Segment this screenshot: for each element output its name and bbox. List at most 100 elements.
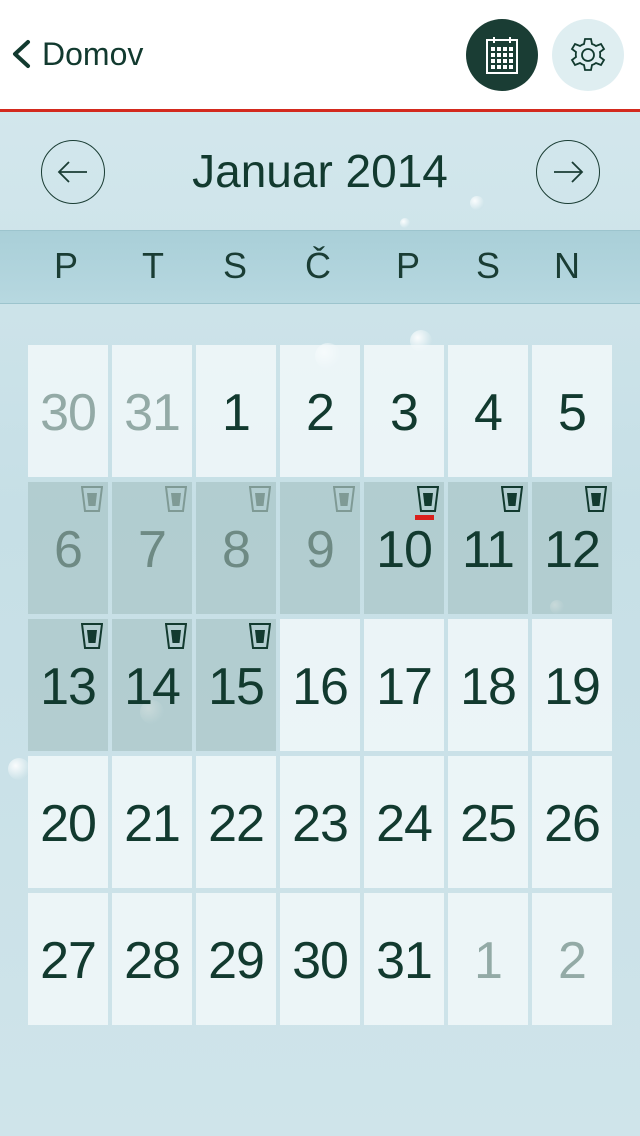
chevron-left-icon: [13, 40, 30, 68]
day-number: 11: [462, 521, 515, 579]
day-number: 4: [474, 384, 503, 442]
calendar-day-cell[interactable]: 1: [196, 345, 276, 477]
day-number: 1: [222, 384, 251, 442]
weekday-label: P: [53, 245, 78, 286]
day-number: 31: [124, 384, 181, 442]
back-label: Domov: [42, 35, 144, 72]
water-glass-icon: [501, 486, 523, 512]
weekday-label: S: [222, 245, 247, 286]
calendar-day-cell[interactable]: 2: [532, 893, 612, 1025]
calendar-day-cell[interactable]: 29: [196, 893, 276, 1025]
calendar-day-cell[interactable]: 31: [112, 345, 192, 477]
calendar-day-cell[interactable]: 11: [448, 482, 528, 614]
calendar-day-cell[interactable]: 15: [196, 619, 276, 751]
calendar-day-cell[interactable]: 8: [196, 482, 276, 614]
water-glass-icon: [249, 623, 271, 649]
calendar-day-cell[interactable]: 20: [28, 756, 108, 888]
day-number: 2: [558, 932, 587, 990]
calendar-day-cell[interactable]: 26: [532, 756, 612, 888]
day-number: 2: [306, 384, 335, 442]
weekday-label: Č: [305, 245, 331, 286]
calendar-day-cell[interactable]: 13: [28, 619, 108, 751]
day-number: 13: [40, 658, 97, 716]
calendar-day-cell[interactable]: 4: [448, 345, 528, 477]
day-number: 28: [124, 932, 181, 990]
water-glass-icon: [165, 623, 187, 649]
today-marker: [415, 515, 434, 520]
calendar-day-cell[interactable]: 6: [28, 482, 108, 614]
calendar-day-cell[interactable]: 1: [448, 893, 528, 1025]
next-month-button[interactable]: [536, 140, 600, 204]
water-glass-icon: [333, 486, 355, 512]
day-number: 31: [376, 932, 433, 990]
weekday-label: N: [554, 245, 580, 286]
water-glass-icon: [81, 623, 103, 649]
top-bar: Domov: [0, 0, 640, 112]
calendar-day-cell[interactable]: 18: [448, 619, 528, 751]
calendar-day-cell[interactable]: 16: [280, 619, 360, 751]
water-glass-icon: [249, 486, 271, 512]
day-number: 30: [292, 932, 349, 990]
day-number: 27: [40, 932, 97, 990]
calendar-button[interactable]: [466, 19, 538, 91]
calendar-day-cell[interactable]: 30: [280, 893, 360, 1025]
calendar-day-cell[interactable]: 12: [532, 482, 612, 614]
weekday-label: T: [142, 245, 164, 286]
previous-month-button[interactable]: [41, 140, 105, 204]
weekday-header: P T S Č P S N: [0, 230, 640, 304]
day-number: 6: [54, 521, 83, 579]
bubble-decoration: [8, 758, 30, 780]
day-number: 15: [208, 658, 265, 716]
day-number: 30: [40, 384, 97, 442]
arrow-right-icon: [554, 161, 584, 183]
day-number: 29: [208, 932, 265, 990]
calendar-day-cell[interactable]: 14: [112, 619, 192, 751]
day-number: 24: [376, 795, 433, 853]
calendar-day-cell[interactable]: 22: [196, 756, 276, 888]
calendar-day-cell[interactable]: 5: [532, 345, 612, 477]
calendar-day-cell[interactable]: 10: [364, 482, 444, 614]
day-number: 8: [222, 521, 251, 579]
back-button[interactable]: Domov: [8, 30, 143, 78]
month-title: Januar 2014: [192, 145, 448, 197]
calendar-day-cell[interactable]: 28: [112, 893, 192, 1025]
calendar-day-cell[interactable]: 9: [280, 482, 360, 614]
calendar-day-cell[interactable]: 25: [448, 756, 528, 888]
calendar-day-cell[interactable]: 27: [28, 893, 108, 1025]
day-number: 3: [390, 384, 419, 442]
day-number: 5: [558, 384, 587, 442]
calendar-icon: [486, 37, 518, 74]
calendar-day-cell[interactable]: 7: [112, 482, 192, 614]
day-number: 7: [138, 521, 167, 579]
day-number: 26: [544, 795, 601, 853]
day-number: 19: [544, 658, 601, 716]
day-number: 21: [124, 795, 181, 853]
calendar-day-cell[interactable]: 19: [532, 619, 612, 751]
day-number: 10: [376, 521, 433, 579]
water-glass-icon: [585, 486, 607, 512]
day-number: 14: [124, 658, 181, 716]
water-glass-icon: [165, 486, 187, 512]
weekday-label: P: [395, 245, 420, 286]
day-number: 18: [460, 658, 517, 716]
calendar-day-cell[interactable]: 24: [364, 756, 444, 888]
day-number: 1: [474, 932, 503, 990]
arrow-left-icon: [57, 161, 87, 183]
day-number: 23: [292, 795, 349, 853]
gear-icon: [570, 38, 606, 71]
calendar-day-cell[interactable]: 3: [364, 345, 444, 477]
day-number: 22: [208, 795, 265, 853]
calendar-day-cell[interactable]: 17: [364, 619, 444, 751]
calendar-day-cell[interactable]: 30: [28, 345, 108, 477]
weekday-label: S: [475, 245, 500, 286]
calendar-day-cell[interactable]: 21: [112, 756, 192, 888]
calendar-day-cell[interactable]: 2: [280, 345, 360, 477]
water-glass-icon: [81, 486, 103, 512]
day-number: 16: [292, 658, 349, 716]
day-number: 12: [544, 521, 601, 579]
day-number: 17: [376, 658, 433, 716]
calendar-day-cell[interactable]: 31: [364, 893, 444, 1025]
settings-button[interactable]: [552, 19, 624, 91]
day-number: 9: [306, 521, 335, 579]
calendar-day-cell[interactable]: 23: [280, 756, 360, 888]
